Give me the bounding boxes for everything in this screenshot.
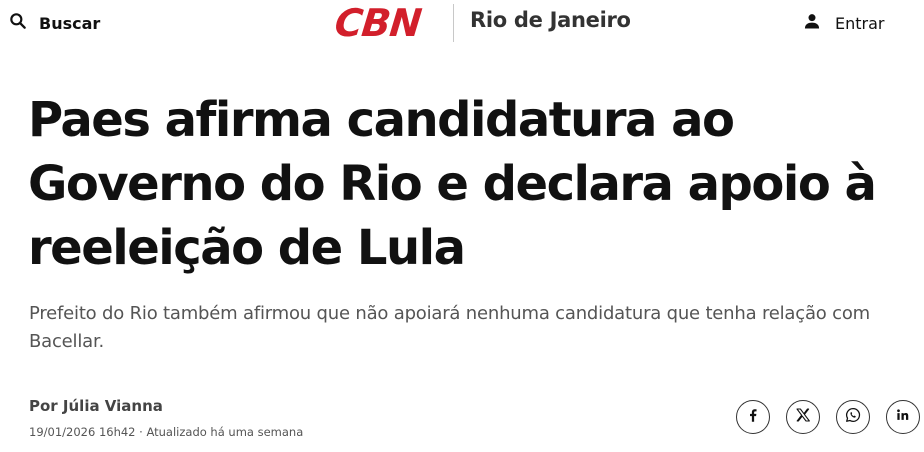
login-button[interactable]: Entrar	[802, 11, 884, 35]
share-facebook-button[interactable]	[736, 400, 770, 434]
header-divider	[453, 4, 454, 42]
share-linkedin-button[interactable]	[886, 400, 920, 434]
section-title[interactable]: Rio de Janeiro	[470, 8, 631, 32]
search-button[interactable]: Buscar	[8, 11, 100, 35]
site-header: Buscar CBN Rio de Janeiro Entrar	[0, 0, 924, 46]
login-label: Entrar	[835, 13, 885, 33]
share-x-button[interactable]	[786, 400, 820, 434]
x-icon	[794, 406, 812, 428]
cbn-logo[interactable]: CBN	[332, 1, 423, 45]
article-author[interactable]: Por Júlia Vianna	[29, 397, 163, 415]
article-subtitle: Prefeito do Rio também afirmou que não a…	[29, 303, 870, 352]
search-icon	[8, 11, 28, 35]
article-headline: Paes afirma candidatura ao Governo do Ri…	[28, 92, 877, 276]
user-icon	[802, 11, 822, 35]
article-timestamp: 19/01/2026 16h42 · Atualizado há uma sem…	[29, 425, 304, 439]
facebook-icon	[744, 406, 762, 428]
linkedin-icon	[894, 406, 912, 428]
search-label: Buscar	[39, 13, 101, 33]
share-whatsapp-button[interactable]	[836, 400, 870, 434]
share-buttons	[736, 400, 920, 434]
logo-text: CBN	[332, 1, 423, 45]
whatsapp-icon	[844, 406, 862, 428]
